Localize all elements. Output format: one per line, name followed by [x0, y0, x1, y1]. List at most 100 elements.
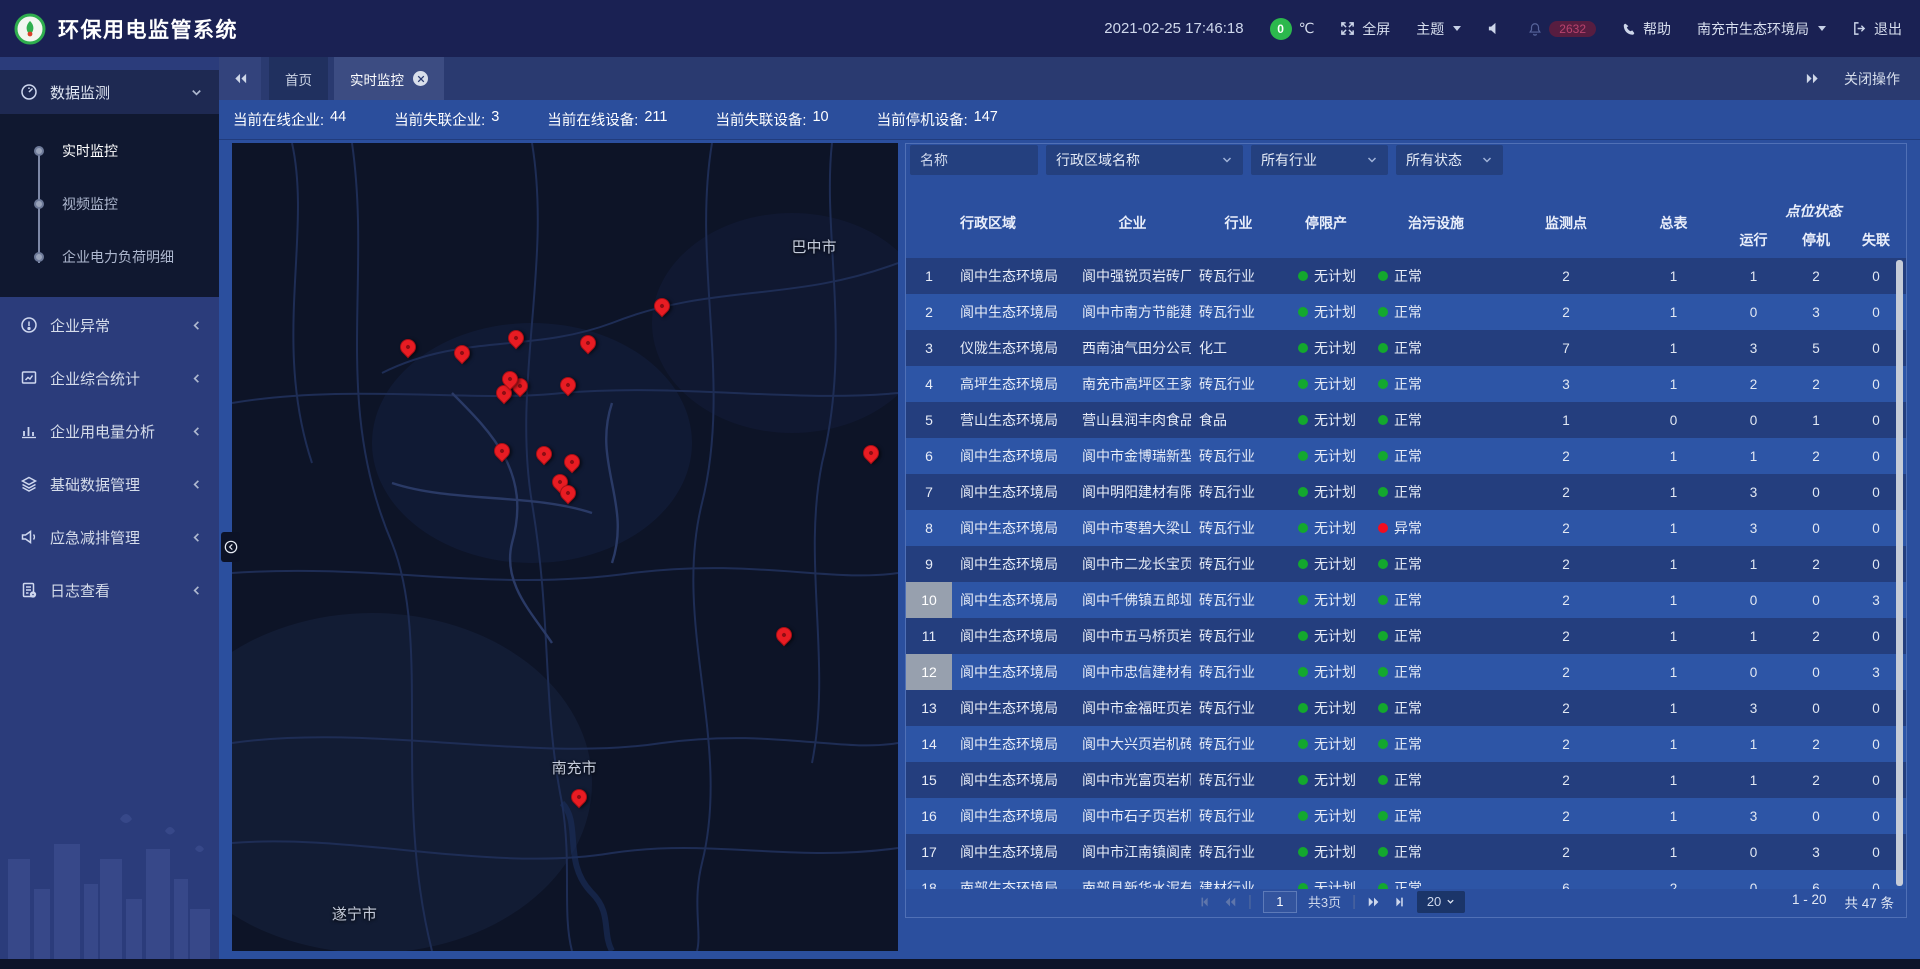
status-dot-icon	[1378, 703, 1388, 713]
table-row[interactable]: 5 营山生态环境局 营山县润丰肉食品有限 食品 无计划 正常 1 0 0	[906, 402, 1906, 438]
row-industry: 化工	[1191, 338, 1286, 358]
sidebar-subitem[interactable]: 视频监控	[0, 177, 219, 230]
sidebar-subitem[interactable]: 企业电力负荷明细	[0, 230, 219, 283]
status-dot-icon	[1298, 631, 1308, 641]
first-page-button[interactable]	[1198, 895, 1212, 909]
collapse-tabs-button[interactable]	[219, 57, 261, 100]
sidebar-item-electricity-analysis[interactable]: 企业用电量分析	[0, 406, 219, 456]
table-row[interactable]: 12 阆中生态环境局 阆中市忠信建材有限公 砖瓦行业 无计划 正常 2 1 0	[906, 654, 1906, 690]
row-meters: 1	[1626, 701, 1721, 716]
chevron-left-icon	[190, 531, 203, 544]
table-row[interactable]: 6 阆中生态环境局 阆中市金博瑞新型墙材 砖瓦行业 无计划 正常 2 1 1	[906, 438, 1906, 474]
pagination-bar: | 共3页 | 20 1 - 20 共 47 条	[906, 886, 1906, 917]
table-row[interactable]: 8 阆中生态环境局 阆中市枣碧大梁山页岩 砖瓦行业 无计划 异常 2 1 3	[906, 510, 1906, 546]
row-running: 3	[1721, 341, 1786, 356]
status-dot-icon	[1378, 595, 1388, 605]
row-region: 阆中生态环境局	[952, 590, 1074, 610]
mute-button[interactable]	[1487, 21, 1502, 36]
prev-page-button[interactable]	[1223, 895, 1237, 909]
row-region: 阆中生态环境局	[952, 482, 1074, 502]
row-points: 2	[1506, 485, 1626, 500]
fullscreen-button[interactable]: 全屏	[1340, 19, 1390, 39]
close-operations-button[interactable]: 关闭操作	[1844, 69, 1900, 89]
table-row[interactable]: 15 阆中生态环境局 阆中市光富页岩机砖厂 砖瓦行业 无计划 正常 2 1 1	[906, 762, 1906, 798]
name-search-input[interactable]	[910, 145, 1038, 175]
table-row[interactable]: 4 高坪生态环境局 南充市高坪区王家店建 砖瓦行业 无计划 正常 3 1 2	[906, 366, 1906, 402]
table-scrollbar[interactable]	[1896, 260, 1903, 886]
page-size-select[interactable]: 20	[1417, 891, 1465, 913]
row-limit-status: 无计划	[1286, 266, 1366, 286]
page-number-input[interactable]	[1263, 891, 1297, 913]
row-limit-status: 无计划	[1286, 590, 1366, 610]
region-select[interactable]: 行政区域名称	[1046, 145, 1243, 175]
sidebar-item-enterprise-statistics[interactable]: 企业综合统计	[0, 353, 219, 403]
tab-home[interactable]: 首页	[269, 57, 328, 100]
speaker-icon	[1487, 21, 1502, 36]
table-row[interactable]: 11 阆中生态环境局 阆中市五马桥页岩机砖 砖瓦行业 无计划 正常 2 1 1	[906, 618, 1906, 654]
row-index: 15	[906, 762, 952, 798]
row-industry: 砖瓦行业	[1191, 806, 1286, 826]
row-company: 阆中市二龙长宝页岩砖	[1074, 554, 1191, 574]
next-page-button[interactable]	[1367, 895, 1381, 909]
row-index: 14	[906, 726, 952, 762]
caret-down-icon	[1818, 26, 1826, 31]
table-row[interactable]: 14 阆中生态环境局 阆中大兴页岩机砖厂 砖瓦行业 无计划 正常 2 1 1	[906, 726, 1906, 762]
expand-tabs-button[interactable]	[1805, 71, 1820, 86]
row-running: 0	[1721, 305, 1786, 320]
status-dot-icon	[1378, 811, 1388, 821]
industry-select[interactable]: 所有行业	[1251, 145, 1388, 175]
help-button[interactable]: 帮助	[1622, 19, 1671, 39]
sidebar-subitem[interactable]: 实时监控	[0, 124, 219, 177]
table-row[interactable]: 10 阆中生态环境局 阆中千佛镇五郎垭页岩 砖瓦行业 无计划 正常 2 1 0	[906, 582, 1906, 618]
sidebar-item-log-view[interactable]: 日志查看	[0, 565, 219, 615]
row-running: 3	[1721, 701, 1786, 716]
chevron-left-icon	[190, 319, 203, 332]
table-row[interactable]: 16 阆中生态环境局 阆中市石子页岩机砖厂 砖瓦行业 无计划 正常 2 1 3	[906, 798, 1906, 834]
notifications[interactable]: 2632	[1528, 21, 1596, 37]
table-row[interactable]: 7 阆中生态环境局 阆中明阳建材有限公司 砖瓦行业 无计划 正常 2 1 3	[906, 474, 1906, 510]
panel-collapse-handle[interactable]	[221, 532, 240, 562]
row-region: 阆中生态环境局	[952, 770, 1074, 790]
caret-down-icon	[1453, 26, 1461, 31]
table-row[interactable]: 2 阆中生态环境局 阆中市南方节能建材有 砖瓦行业 无计划 正常 2 1 0	[906, 294, 1906, 330]
row-meters: 0	[1626, 413, 1721, 428]
table-row[interactable]: 3 仪陇生态环境局 西南油气田分公司川中 化工 无计划 正常 7 1 3	[906, 330, 1906, 366]
status-dot-icon	[1378, 775, 1388, 785]
table-row[interactable]: 17 阆中生态环境局 阆中市江南镇阆南页岩 砖瓦行业 无计划 正常 2 1 0	[906, 834, 1906, 870]
stat-value: 10	[812, 109, 828, 130]
table-row[interactable]: 9 阆中生态环境局 阆中市二龙长宝页岩砖 砖瓦行业 无计划 正常 2 1 1	[906, 546, 1906, 582]
status-dot-icon	[1298, 343, 1308, 353]
bullet-dot-icon	[34, 146, 44, 156]
stat-item: 当前停机设备: 147	[877, 109, 998, 130]
table-row[interactable]: 13 阆中生态环境局 阆中市金福旺页岩机砖 砖瓦行业 无计划 正常 2 1 3	[906, 690, 1906, 726]
sidebar-item-emergency-reduction[interactable]: 应急减排管理	[0, 512, 219, 562]
status-select[interactable]: 所有状态	[1396, 145, 1503, 175]
row-company: 阆中市五马桥页岩机砖	[1074, 626, 1191, 646]
col-offline: 失联	[1846, 224, 1906, 258]
org-dropdown[interactable]: 南充市生态环境局	[1697, 19, 1826, 39]
row-points: 2	[1506, 305, 1626, 320]
table-row[interactable]: 1 阆中生态环境局 阆中强锐页岩砖厂 砖瓦行业 无计划 正常 2 1 1	[906, 258, 1906, 294]
last-page-button[interactable]	[1392, 895, 1406, 909]
sidebar-item-enterprise-abnormal[interactable]: 企业异常	[0, 300, 219, 350]
stat-label: 当前在线设备:	[547, 109, 638, 130]
sidebar-item-base-data[interactable]: 基础数据管理	[0, 459, 219, 509]
close-icon[interactable]	[413, 71, 428, 86]
row-index: 12	[906, 654, 952, 690]
row-facility-status: 正常	[1366, 410, 1506, 430]
chart-icon	[20, 422, 38, 440]
row-facility-status: 正常	[1366, 554, 1506, 574]
col-stopped: 停机	[1786, 224, 1846, 258]
sidebar-item-data-monitoring[interactable]: 数据监测	[0, 70, 219, 114]
exit-button[interactable]: 退出	[1852, 19, 1902, 39]
theme-dropdown[interactable]: 主题	[1416, 19, 1461, 39]
status-dot-icon	[1378, 667, 1388, 677]
status-dot-icon	[1378, 271, 1388, 281]
table-body: 1 阆中生态环境局 阆中强锐页岩砖厂 砖瓦行业 无计划 正常 2 1 1	[906, 258, 1906, 889]
map-canvas[interactable]: 巴中市 南充市 遂宁市	[232, 143, 898, 951]
row-region: 阆中生态环境局	[952, 734, 1074, 754]
row-meters: 1	[1626, 845, 1721, 860]
tab-realtime-monitor[interactable]: 实时监控	[334, 57, 444, 100]
row-industry: 砖瓦行业	[1191, 626, 1286, 646]
sidebar-submenu: 实时监控 视频监控 企业电力负荷明细	[0, 114, 219, 297]
